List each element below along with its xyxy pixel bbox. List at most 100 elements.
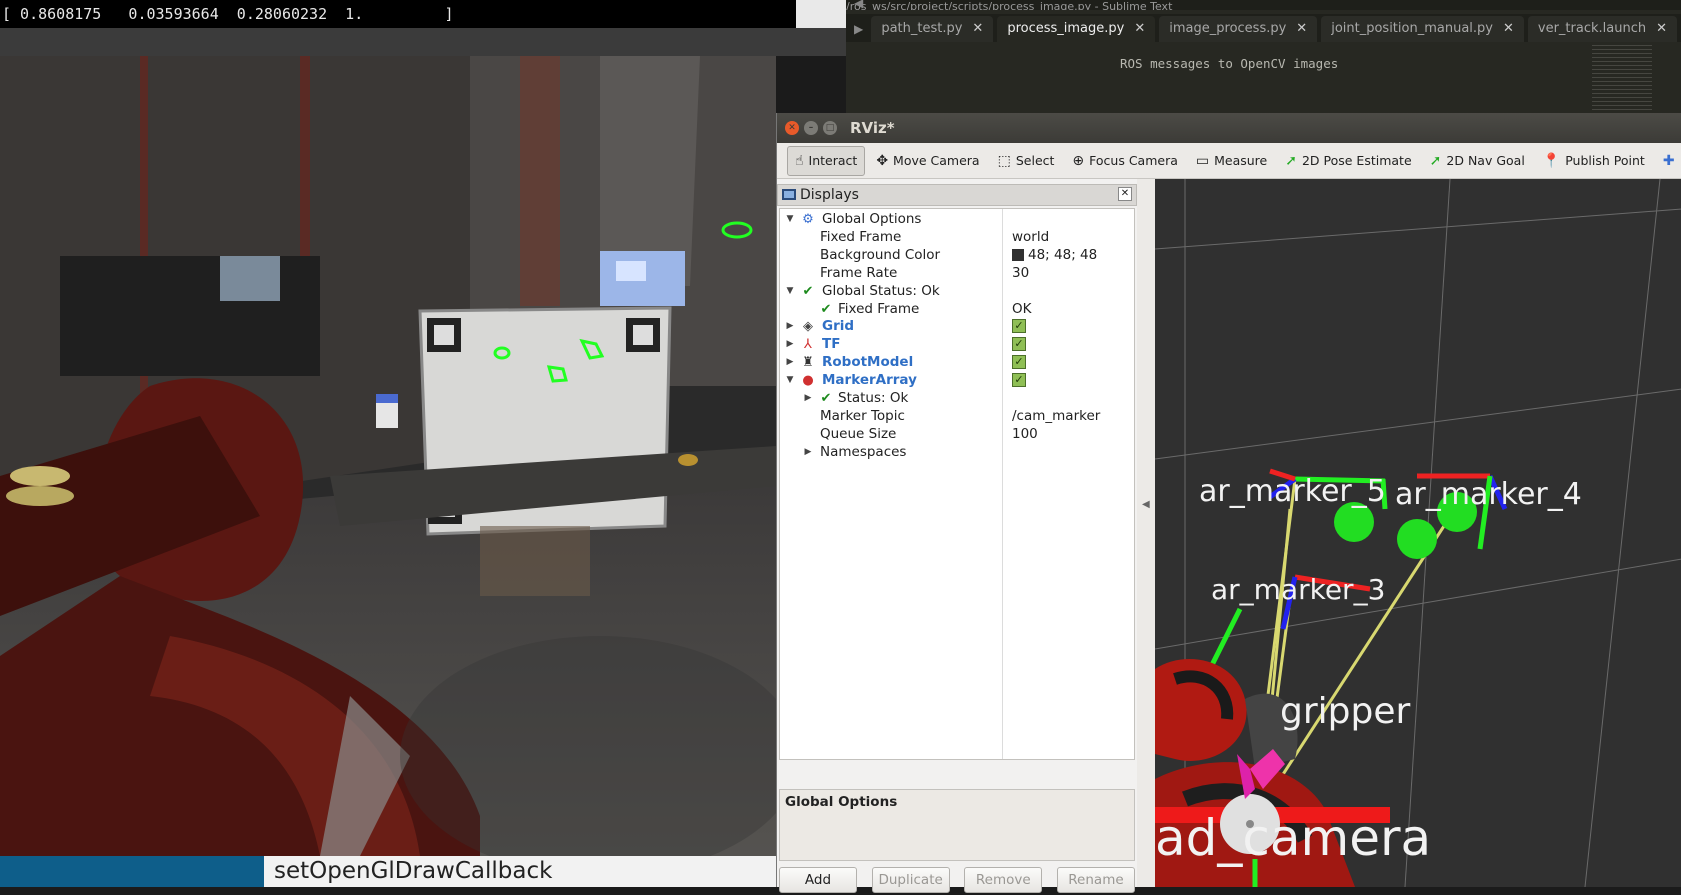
displays-panel-header: Displays ✕ <box>777 184 1137 206</box>
property-name: Global Status: Ok <box>822 282 940 299</box>
close-tab-icon[interactable]: ✕ <box>1296 21 1307 36</box>
enabled-checkbox[interactable]: ✓ <box>1012 337 1026 352</box>
close-tab-icon[interactable]: ✕ <box>1656 21 1667 36</box>
property-value[interactable]: world <box>1012 228 1049 247</box>
collapsed-arrow-icon[interactable]: ▶ <box>784 317 796 336</box>
tool-focus-camera-button[interactable]: ⊕ Focus Camera <box>1065 146 1184 176</box>
tree-row[interactable]: ▶ ♜ RobotModel ✓ <box>780 353 1134 372</box>
tree-row[interactable]: Fixed Frame world <box>780 228 1134 247</box>
property-name: Fixed Frame <box>838 300 920 317</box>
color-swatch[interactable] <box>1012 248 1024 261</box>
property-value[interactable]: 48; 48; 48 <box>1012 246 1097 265</box>
tool-label: 2D Nav Goal <box>1446 153 1525 168</box>
tree-row[interactable]: Queue Size 100 <box>780 425 1134 444</box>
tf-axes-icon: ⅄ <box>804 337 812 353</box>
close-window-icon[interactable]: ✕ <box>785 121 799 135</box>
property-value[interactable]: ✓ <box>1012 317 1026 336</box>
monitor-icon <box>782 189 796 200</box>
description-title: Global Options <box>785 794 898 810</box>
label-ar-marker-4: ar_marker_4 <box>1395 477 1582 512</box>
property-value[interactable]: 30 <box>1012 264 1029 283</box>
property-value[interactable]: ✓ <box>1012 353 1026 372</box>
displays-tree[interactable]: ▼ ⚙ Global Options Fixed Frame world Backgrou… <box>779 208 1135 760</box>
editor-tab[interactable]: process_image.py ✕ <box>997 16 1156 42</box>
collapsed-arrow-icon[interactable]: ▶ <box>784 335 796 354</box>
collapse-arrow-icon[interactable]: ◀ <box>1142 499 1150 510</box>
green-arrow-icon: ➚ <box>1285 152 1297 169</box>
tree-row[interactable]: ▶ Namespaces <box>780 443 1134 462</box>
tree-row[interactable]: ▶ ⅄ TF ✓ <box>780 335 1134 354</box>
tool-nav-goal-button[interactable]: ➚ 2D Nav Goal <box>1423 146 1532 176</box>
enabled-checkbox[interactable]: ✓ <box>1012 373 1026 388</box>
property-value[interactable]: OK <box>1012 300 1031 319</box>
editor-tab[interactable]: ver_track.launch ✕ <box>1527 16 1677 42</box>
tree-row[interactable]: ▼ ✔ Global Status: Ok <box>780 282 1134 301</box>
expanded-arrow-icon[interactable]: ▼ <box>784 282 796 301</box>
label-head-camera: ad_camera <box>1155 809 1431 867</box>
property-name: MarkerArray <box>822 372 917 389</box>
property-value-text: 100 <box>1012 425 1038 442</box>
close-panel-icon[interactable]: ✕ <box>1118 187 1132 201</box>
marker-sphere <box>1397 519 1437 559</box>
tree-row[interactable]: ▼ ⚙ Global Options <box>780 210 1134 229</box>
editor-path: /ros_ws/src/project/scripts/process_imag… <box>846 0 1681 10</box>
close-tab-icon[interactable]: ✕ <box>1134 21 1145 36</box>
tree-row[interactable]: ▶ ◈ Grid ✓ <box>780 317 1134 336</box>
expanded-arrow-icon[interactable]: ▼ <box>784 210 796 229</box>
tool-label: Select <box>1015 153 1055 168</box>
window-title: RViz* <box>850 119 895 137</box>
editor-tab[interactable]: image_process.py ✕ <box>1159 16 1318 42</box>
terminal-scrollbar[interactable] <box>796 0 846 28</box>
property-name: RobotModel <box>822 354 914 371</box>
tool-pose-estimate-button[interactable]: ➚ 2D Pose Estimate <box>1278 146 1418 176</box>
tree-row[interactable]: Marker Topic/cam_marker <box>780 407 1134 426</box>
editor-tab[interactable]: path_test.py ✕ <box>871 16 994 42</box>
property-value[interactable]: ✓ <box>1012 371 1026 390</box>
property-value[interactable]: ✓ <box>1012 335 1026 354</box>
hand-pointer-icon: ☝ <box>795 152 804 169</box>
tool-add-tool-button[interactable]: ✚ <box>1656 146 1681 176</box>
minimize-window-icon[interactable]: – <box>804 121 818 135</box>
camera-image-view <box>0 56 776 856</box>
close-tab-icon[interactable]: ✕ <box>972 21 983 36</box>
collapsed-arrow-icon[interactable]: ▶ <box>802 443 814 462</box>
tool-measure-button[interactable]: ▭ Measure <box>1189 146 1274 176</box>
tree-row[interactable]: ✔ Fixed Frame OK <box>780 300 1134 319</box>
focus-crosshair-icon: ⊕ <box>1072 152 1085 169</box>
editor-minimap[interactable] <box>1592 42 1652 112</box>
tree-row[interactable]: Frame Rate 30 <box>780 264 1134 283</box>
map-pin-icon: 📍 <box>1542 152 1561 169</box>
collapsed-arrow-icon[interactable]: ▶ <box>802 389 814 408</box>
displays-panel: Displays ✕ ▼ ⚙ Global Options Fixed Frame wo… <box>777 179 1137 893</box>
move-camera-icon: ✥ <box>876 152 889 169</box>
editor-tab-label: process_image.py <box>1007 21 1125 36</box>
add-button[interactable]: Add <box>779 867 857 893</box>
maximize-window-icon[interactable]: □ <box>823 121 837 135</box>
editor-tab[interactable]: joint_position_manual.py ✕ <box>1321 16 1524 42</box>
expanded-arrow-icon[interactable]: ▼ <box>784 371 796 390</box>
tool-publish-point-button[interactable]: 📍 Publish Point <box>1536 146 1652 176</box>
property-name: Marker Topic <box>820 407 905 424</box>
property-name: Namespaces <box>820 443 907 460</box>
tool-interact-button[interactable]: ☝ Interact <box>787 145 866 176</box>
property-value[interactable]: 100 <box>1012 425 1038 444</box>
collapsed-arrow-icon[interactable]: ▶ <box>784 353 796 372</box>
panel-splitter[interactable]: ◀ <box>1137 179 1155 887</box>
check-icon: ✔ <box>820 301 832 317</box>
tab-nav-arrows-icon[interactable]: ◀ ▶ <box>846 0 871 42</box>
tool-select-button[interactable]: ⬚ Select <box>991 146 1062 176</box>
duplicate-button[interactable]: Duplicate <box>871 867 950 893</box>
editor-tab-label: path_test.py <box>881 21 963 36</box>
tree-row[interactable]: ▶ ✔ Status: Ok <box>780 389 1134 408</box>
tool-move-camera-button[interactable]: ✥ Move Camera <box>869 146 986 176</box>
enabled-checkbox[interactable]: ✓ <box>1012 319 1026 334</box>
rviz-3d-viewport[interactable]: ar_marker_5 ar_marker_4 ar_marker_3 grip… <box>1155 179 1681 887</box>
remove-button[interactable]: Remove <box>964 867 1043 893</box>
tree-row[interactable]: ▼ ● MarkerArray ✓ <box>780 371 1134 390</box>
property-value[interactable]: /cam_marker <box>1012 407 1100 426</box>
enabled-checkbox[interactable]: ✓ <box>1012 355 1026 370</box>
gear-icon: ⚙ <box>802 212 814 227</box>
rename-button[interactable]: Rename <box>1056 867 1135 893</box>
close-tab-icon[interactable]: ✕ <box>1503 21 1514 36</box>
tree-row[interactable]: Background Color 48; 48; 48 <box>780 246 1134 265</box>
